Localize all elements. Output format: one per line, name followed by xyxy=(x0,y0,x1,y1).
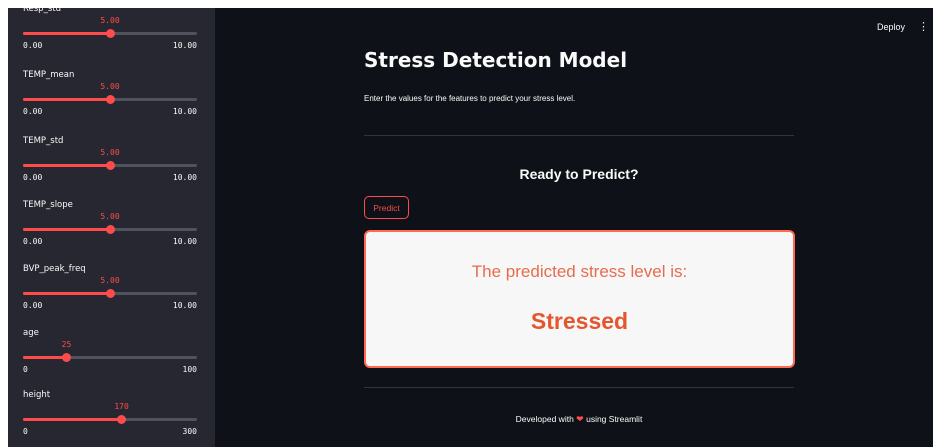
result-value: Stressed xyxy=(530,308,629,334)
slider-track[interactable] xyxy=(23,29,197,38)
slider-max: 10.00 xyxy=(172,107,197,116)
slider-temp-slope[interactable]: TEMP_slope 5.00 0.00 10.00 xyxy=(23,200,206,260)
divider xyxy=(364,135,794,136)
slider-fill xyxy=(23,292,110,295)
slider-value: 5.00 xyxy=(100,212,120,221)
slider-track[interactable] xyxy=(23,95,197,104)
app-frame: Resp_std 5.00 0.00 10.00 TEMP_mean 5.00 0.00 10… xyxy=(8,8,933,447)
slider-thumb[interactable] xyxy=(105,289,115,298)
slider-min: 0 xyxy=(23,365,28,374)
slider-thumb[interactable] xyxy=(117,415,127,424)
slider-max: 10.00 xyxy=(172,237,197,246)
slider-value: 170 xyxy=(114,402,129,411)
page-title: Stress Detection Model xyxy=(364,48,628,72)
slider-height[interactable]: height 170 0 300 xyxy=(23,390,206,447)
slider-track[interactable] xyxy=(23,225,197,234)
slider-label: BVP_peak_freq xyxy=(23,264,86,274)
slider-temp-std[interactable]: TEMP_std 5.00 0.00 10.00 xyxy=(23,136,206,196)
deploy-button[interactable]: Deploy xyxy=(877,22,905,32)
footer: Developed with ❤ using Streamlit xyxy=(364,414,794,425)
slider-max: 10.00 xyxy=(172,41,197,50)
slider-thumb[interactable] xyxy=(105,225,115,234)
footer-suffix: using Streamlit xyxy=(586,414,643,424)
slider-min: 0.00 xyxy=(23,173,43,182)
slider-thumb[interactable] xyxy=(105,95,115,104)
section-heading: Ready to Predict? xyxy=(519,166,639,182)
heart-icon: ❤ xyxy=(576,414,584,424)
slider-min: 0.00 xyxy=(23,107,43,116)
predict-button[interactable]: Predict xyxy=(364,196,409,219)
slider-thumb[interactable] xyxy=(62,353,71,362)
slider-track[interactable] xyxy=(23,161,197,170)
divider xyxy=(364,387,794,388)
slider-fill xyxy=(23,418,122,421)
slider-label: height xyxy=(23,390,51,400)
slider-label: age xyxy=(23,328,39,338)
result-caption: The predicted stress level is: xyxy=(471,262,688,281)
slider-fill xyxy=(23,164,110,167)
result-card: The predicted stress level is: Stressed xyxy=(364,230,795,368)
slider-fill xyxy=(23,356,67,359)
slider-temp-mean[interactable]: TEMP_mean 5.00 0.00 10.00 xyxy=(23,70,206,130)
slider-label: TEMP_slope xyxy=(23,200,73,210)
kebab-menu-icon[interactable]: ⋮ xyxy=(918,20,929,34)
slider-value: 25 xyxy=(61,340,72,349)
slider-min: 0.00 xyxy=(23,237,43,246)
slider-max: 10.00 xyxy=(172,301,197,310)
slider-value: 5.00 xyxy=(100,82,120,91)
slider-min: 0 xyxy=(23,427,28,436)
slider-max: 100 xyxy=(182,365,197,374)
slider-value: 5.00 xyxy=(100,276,120,285)
slider-fill xyxy=(23,228,110,231)
slider-value: 5.00 xyxy=(100,16,120,25)
slider-fill xyxy=(23,32,110,35)
slider-max: 300 xyxy=(182,427,197,436)
footer-prefix: Developed with xyxy=(515,414,574,424)
slider-label: TEMP_std xyxy=(23,136,64,146)
slider-label: Resp_std xyxy=(23,8,61,14)
slider-age[interactable]: age 25 0 100 xyxy=(23,328,206,388)
slider-track[interactable] xyxy=(23,289,197,298)
slider-track[interactable] xyxy=(23,415,197,424)
slider-label: TEMP_mean xyxy=(23,70,75,80)
sidebar: Resp_std 5.00 0.00 10.00 TEMP_mean 5.00 0.00 10… xyxy=(8,8,215,447)
slider-fill xyxy=(23,98,110,101)
slider-thumb[interactable] xyxy=(105,29,115,38)
slider-max: 10.00 xyxy=(172,173,197,182)
slider-bvp-peak-freq[interactable]: BVP_peak_freq 5.00 0.00 10.00 xyxy=(23,264,206,324)
slider-min: 0.00 xyxy=(23,41,43,50)
slider-value: 5.00 xyxy=(100,148,120,157)
page-subtitle: Enter the values for the features to pre… xyxy=(364,94,576,103)
slider-resp-std[interactable]: Resp_std 5.00 0.00 10.00 xyxy=(23,8,206,64)
slider-min: 0.00 xyxy=(23,301,43,310)
slider-thumb[interactable] xyxy=(105,161,115,170)
slider-track[interactable] xyxy=(23,353,197,362)
